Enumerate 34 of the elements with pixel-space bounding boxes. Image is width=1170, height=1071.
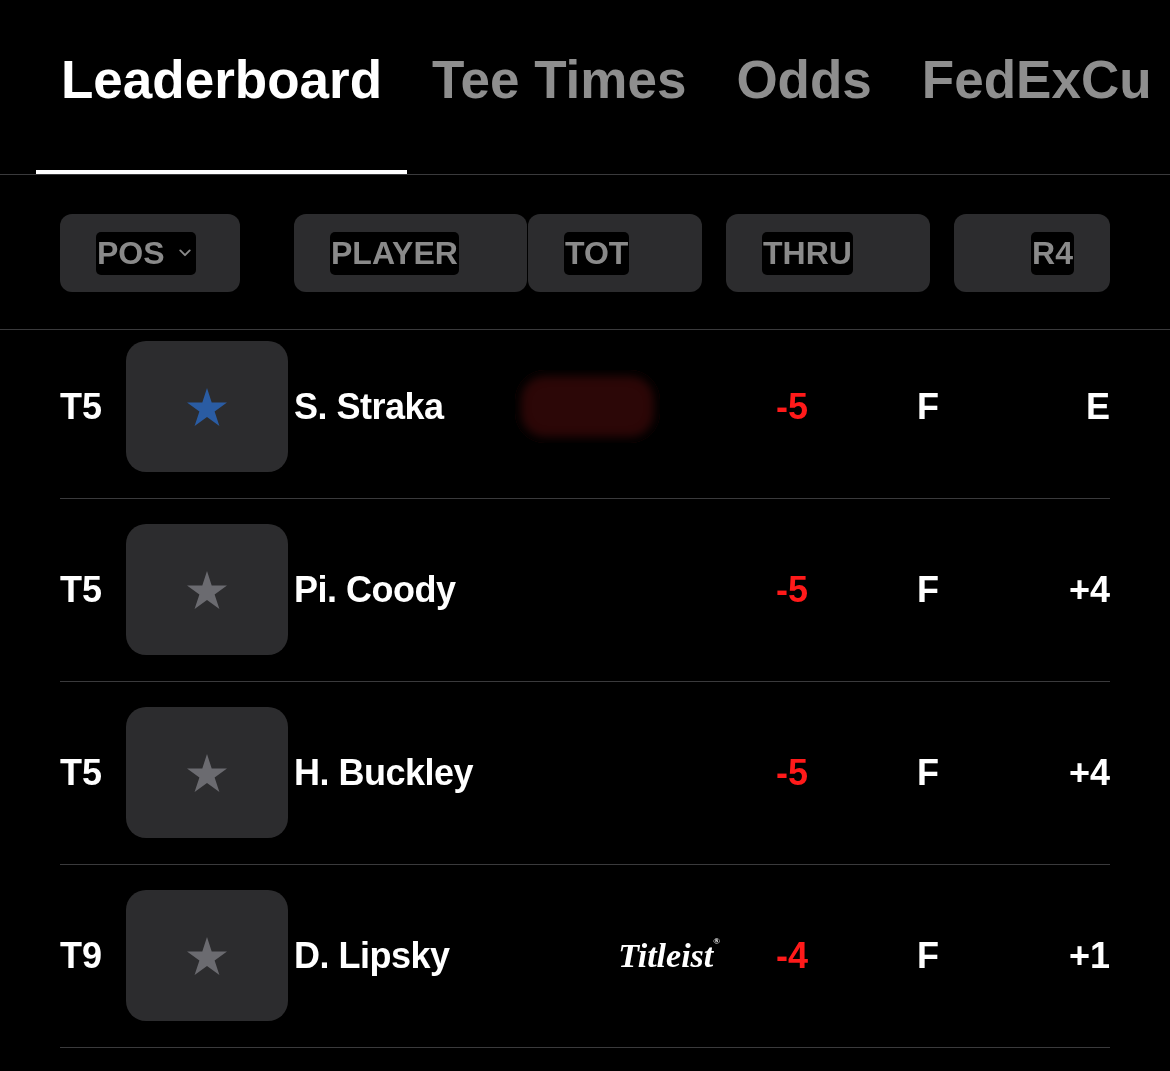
player-name[interactable]: D. Lipsky (294, 934, 450, 976)
round-score: +4 (1068, 571, 1110, 608)
position-text: T5 (60, 568, 102, 610)
round-score: E (1086, 388, 1110, 425)
tab[interactable]: Leaderboard (36, 0, 408, 174)
position-text: T5 (60, 751, 102, 793)
favorite-button[interactable] (126, 341, 288, 472)
column-header[interactable]: POS (60, 214, 240, 292)
thru-status: F (917, 754, 939, 791)
round-score: +4 (1068, 754, 1110, 791)
position-text: T9 (60, 934, 102, 976)
thru-status: F (917, 388, 939, 425)
thru-status: F (917, 571, 939, 608)
round-score: +1 (1068, 937, 1110, 974)
thru-status: F (917, 937, 939, 974)
total-score: -5 (776, 754, 808, 791)
favorite-button[interactable] (126, 707, 288, 838)
player-name[interactable]: Pi. Coody (294, 568, 456, 610)
player-name[interactable]: S. Straka (294, 385, 444, 427)
column-header[interactable]: TOT (528, 214, 702, 292)
total-score: -5 (776, 388, 808, 425)
sponsor-logo: Titleist$^{®}$ (618, 938, 720, 973)
tab[interactable]: Tee Times (407, 0, 712, 174)
tab[interactable]: Odds (711, 0, 897, 174)
player-name[interactable]: H. Buckley (294, 751, 474, 793)
column-header[interactable]: PLAYER (294, 214, 527, 292)
total-score: -4 (776, 937, 808, 974)
favorite-button[interactable] (126, 890, 288, 1021)
column-header[interactable]: THRU (726, 214, 930, 292)
position-text: T5 (60, 385, 102, 427)
tab[interactable]: FedExCu (896, 0, 1170, 174)
total-score: -5 (776, 571, 808, 608)
column-header[interactable]: R4 (954, 214, 1110, 292)
favorite-button[interactable] (126, 524, 288, 655)
